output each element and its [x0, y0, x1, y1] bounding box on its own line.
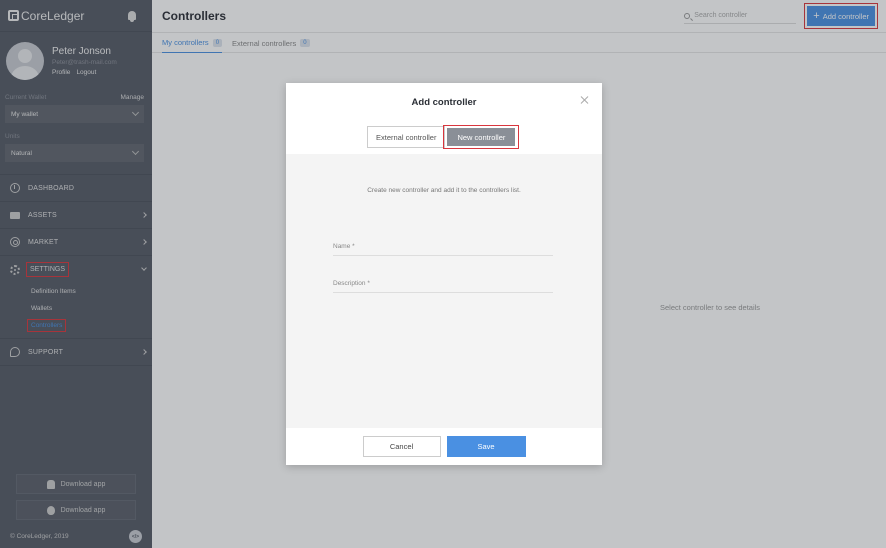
name-field[interactable]: Name *: [333, 243, 553, 256]
modal-title: Add controller: [411, 97, 477, 108]
controller-type-switch: External controller New controller: [367, 125, 520, 149]
new-controller-highlight: New controller: [443, 125, 520, 149]
save-button[interactable]: Save: [446, 436, 526, 457]
close-icon[interactable]: [580, 96, 588, 104]
modal-body: Create new controller and add it to the …: [286, 154, 602, 428]
new-controller-toggle[interactable]: New controller: [447, 128, 516, 146]
description-label: Description *: [333, 280, 370, 287]
add-controller-modal: Add controller External controller New c…: [286, 83, 602, 465]
modal-description: Create new controller and add it to the …: [367, 187, 521, 194]
modal-footer: Cancel Save: [286, 428, 602, 465]
external-controller-toggle[interactable]: External controller: [367, 126, 446, 148]
name-label: Name *: [333, 243, 355, 250]
description-field[interactable]: Description *: [333, 280, 553, 293]
cancel-button[interactable]: Cancel: [362, 436, 441, 457]
